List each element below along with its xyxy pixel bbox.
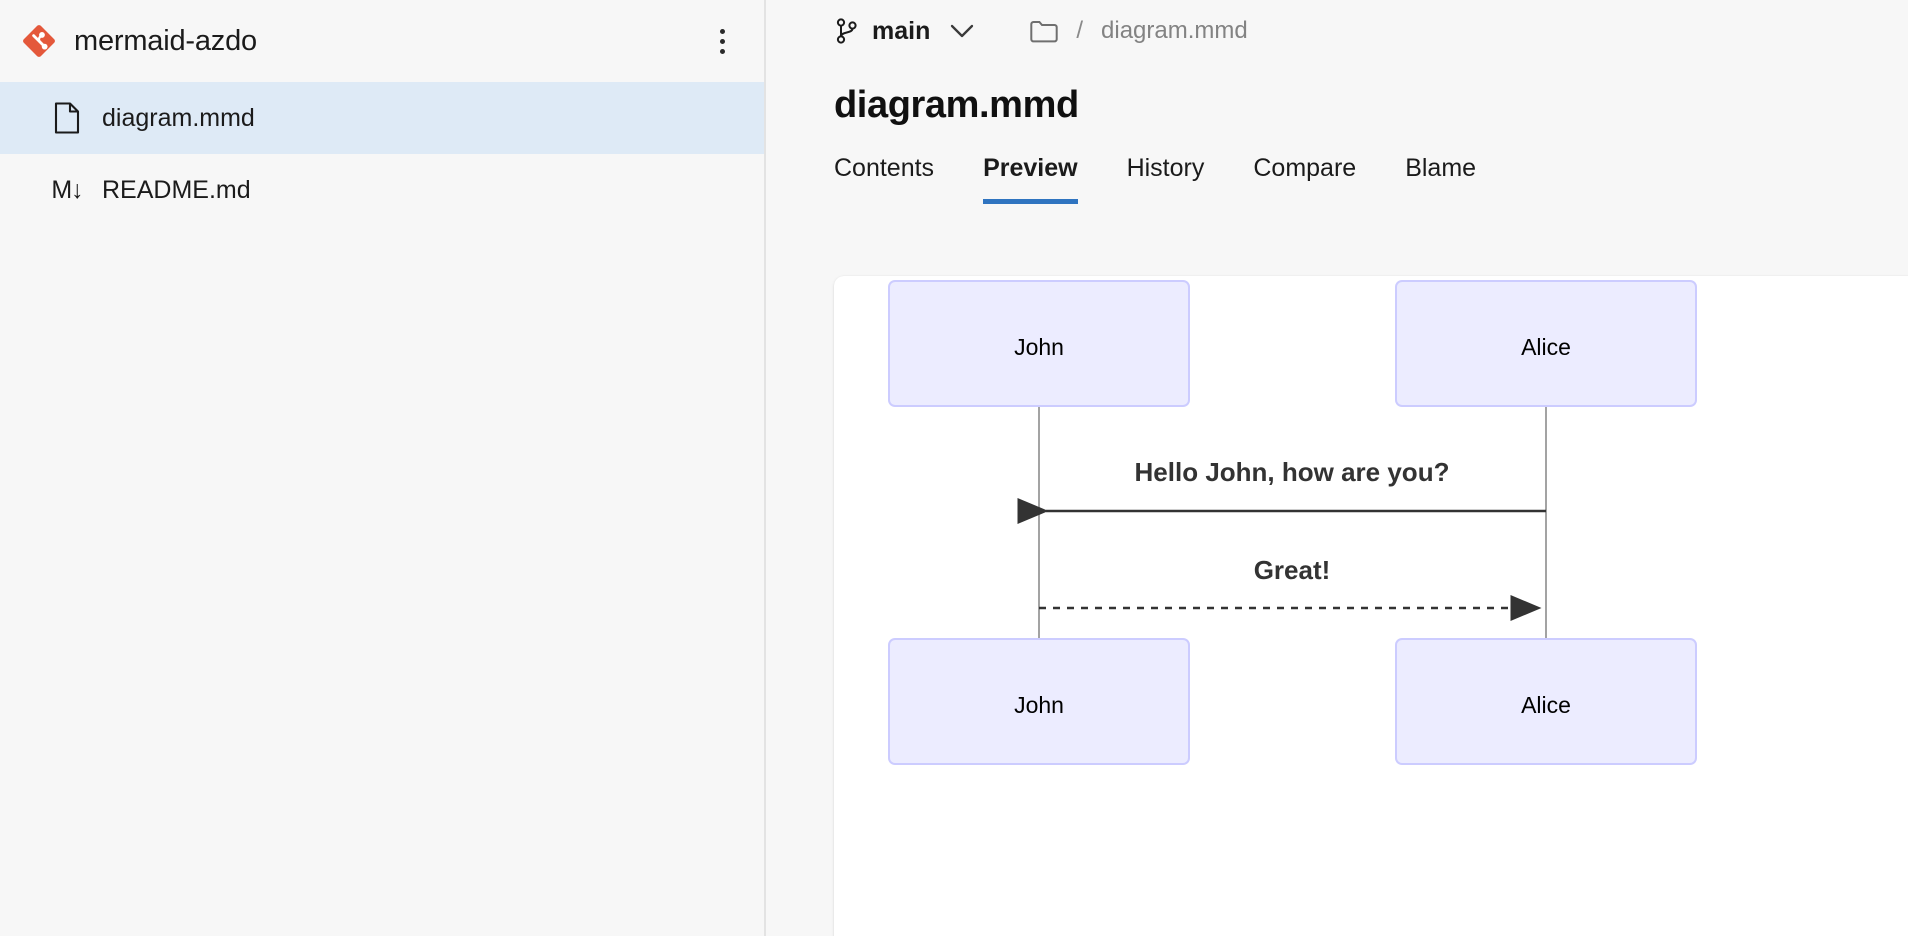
tab-bar: Contents Preview History Compare Blame [766,156,1908,204]
folder-icon[interactable] [1030,19,1058,43]
file-list: diagram.mmd M↓ README.md [0,82,764,226]
file-list-item-label: README.md [102,176,251,205]
sidebar: mermaid-azdo diagram.mmd M↓ README.md [0,0,766,936]
branch-selector[interactable]: main [834,17,930,46]
actor-box-john-bottom: John [889,639,1189,764]
chevron-down-icon[interactable] [950,19,974,43]
file-list-item-label: diagram.mmd [102,104,255,133]
main-content: main / diagram.mmd diagram.mmd Contents … [766,0,1908,936]
git-logo-icon [20,22,58,60]
actor-label-john-top: John [1014,334,1064,360]
actor-box-john-top: John [889,281,1189,406]
actor-label-alice-top: Alice [1521,334,1571,360]
message-label-1: Hello John, how are you? [1135,457,1450,487]
repo-header: mermaid-azdo [0,0,764,82]
tab-blame[interactable]: Blame [1405,156,1476,204]
actor-label-john-bottom: John [1014,692,1064,718]
tab-preview[interactable]: Preview [983,156,1078,204]
markdown-icon: M↓ [52,173,82,207]
mermaid-diagram: John Alice Hello John, how are you? Grea… [834,276,1908,936]
git-branch-icon [834,18,860,44]
tab-contents[interactable]: Contents [834,156,934,204]
actor-label-alice-bottom: Alice [1521,692,1571,718]
tab-history[interactable]: History [1127,156,1205,204]
repo-title: mermaid-azdo [74,25,257,58]
file-icon [52,101,82,135]
actor-box-alice-top: Alice [1396,281,1696,406]
page-title: diagram.mmd [766,84,1908,127]
message-2: Great! [1039,555,1539,608]
tab-compare[interactable]: Compare [1253,156,1356,204]
file-list-item-readme[interactable]: M↓ README.md [0,154,764,226]
breadcrumb-separator: / [1076,17,1083,45]
breadcrumb-file: diagram.mmd [1101,17,1248,45]
message-1: Hello John, how are you? [1046,457,1546,511]
branch-name: main [872,17,930,46]
app-root: mermaid-azdo diagram.mmd M↓ README.md [0,0,1908,936]
message-label-2: Great! [1254,555,1331,585]
actor-box-alice-bottom: Alice [1396,639,1696,764]
repo-more-menu-button[interactable] [702,21,742,61]
breadcrumb: main / diagram.mmd [766,0,1908,62]
file-list-item-diagram[interactable]: diagram.mmd [0,82,764,154]
sequence-diagram-svg: John Alice Hello John, how are you? Grea… [834,276,1908,936]
preview-card: John Alice Hello John, how are you? Grea… [834,276,1908,936]
